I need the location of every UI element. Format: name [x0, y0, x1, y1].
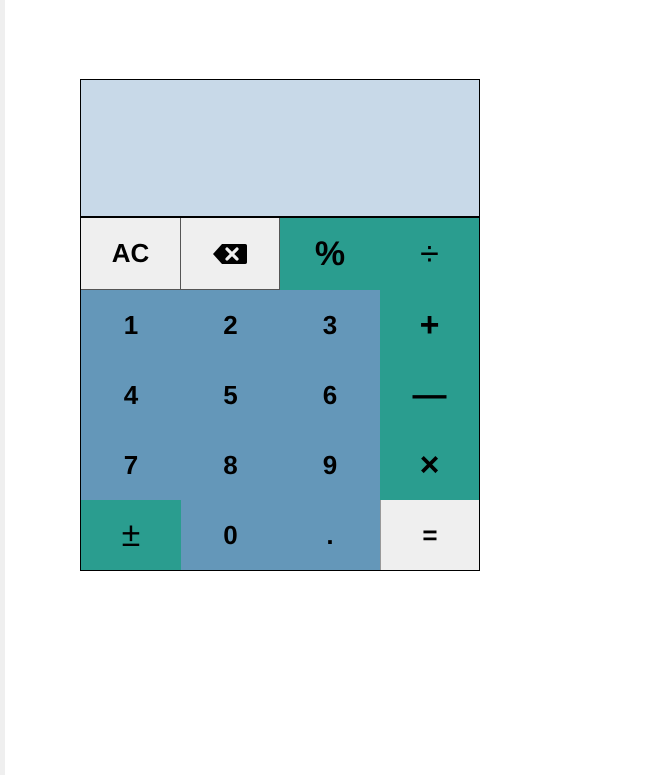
digit-3-button[interactable]: 3 [280, 290, 380, 360]
add-button[interactable]: + [380, 290, 479, 360]
keypad: AC % ÷ 1 2 3 + 4 5 6 — 7 8 9 × ± 0 . = [81, 218, 479, 570]
digit-5-button[interactable]: 5 [181, 360, 280, 430]
backspace-button[interactable] [181, 218, 280, 290]
divide-button[interactable]: ÷ [380, 218, 479, 290]
digit-2-button[interactable]: 2 [181, 290, 280, 360]
plus-minus-button[interactable]: ± [81, 500, 181, 570]
clear-button[interactable]: AC [81, 218, 181, 290]
digit-1-button[interactable]: 1 [81, 290, 181, 360]
digit-9-button[interactable]: 9 [280, 430, 380, 500]
digit-6-button[interactable]: 6 [280, 360, 380, 430]
page-edge [0, 0, 5, 775]
subtract-button[interactable]: — [380, 360, 479, 430]
percent-button[interactable]: % [280, 218, 380, 290]
equals-button[interactable]: = [380, 500, 479, 570]
multiply-button[interactable]: × [380, 430, 479, 500]
digit-0-button[interactable]: 0 [181, 500, 280, 570]
calculator: AC % ÷ 1 2 3 + 4 5 6 — 7 8 9 × ± 0 . = [80, 79, 480, 571]
backspace-icon [212, 242, 248, 266]
decimal-button[interactable]: . [280, 500, 380, 570]
calculator-display [81, 80, 479, 218]
digit-4-button[interactable]: 4 [81, 360, 181, 430]
digit-8-button[interactable]: 8 [181, 430, 280, 500]
digit-7-button[interactable]: 7 [81, 430, 181, 500]
